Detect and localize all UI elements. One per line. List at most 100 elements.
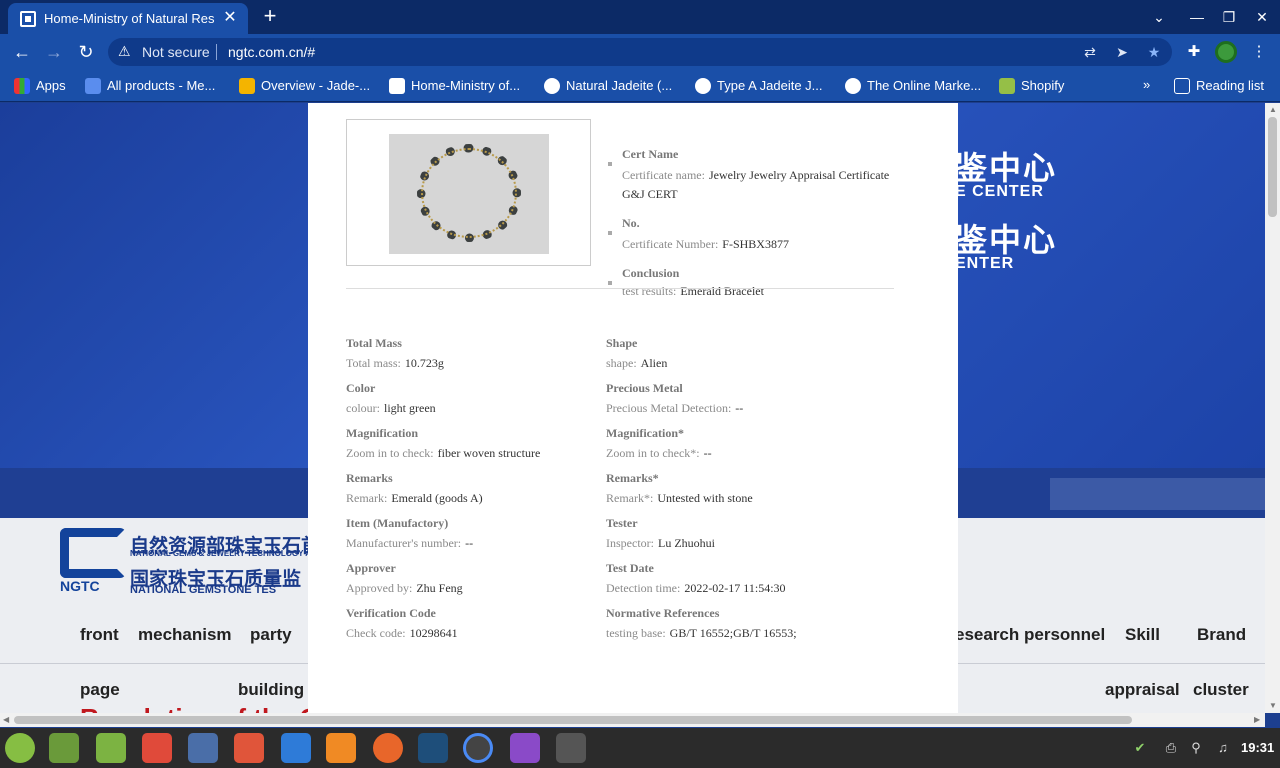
conclusion-item: Conclusion test results: Emerald Bracelet (608, 266, 892, 301)
warning-icon[interactable]: ⚠ (118, 43, 131, 60)
scroll-up-arrow-icon[interactable]: ▲ (1269, 105, 1277, 114)
field-magnification-star: Magnification* Zoom in to check*: -- (606, 426, 866, 461)
network-icon[interactable]: ⚲ (1188, 740, 1204, 756)
horizontal-scroll-thumb[interactable] (14, 716, 1132, 724)
product-photo (389, 134, 549, 254)
cert-number-heading: No. (622, 216, 640, 230)
field-heading: Tester (606, 516, 638, 530)
image-viewer-icon[interactable] (234, 733, 264, 763)
back-icon[interactable]: ← (10, 40, 34, 64)
nav-party[interactable]: party (250, 625, 292, 645)
reload-icon[interactable]: ↻ (74, 40, 98, 64)
ngtc-logo: NGTC (60, 528, 132, 596)
reading-list-button[interactable]: Reading list (1174, 77, 1264, 95)
site-favicon-icon (20, 11, 36, 27)
minimize-icon[interactable]: — (1186, 6, 1208, 28)
tab-close-icon[interactable]: ✕ (220, 8, 240, 28)
banner-text-4: ENTER (955, 255, 1015, 272)
nav-brand[interactable]: Brand (1197, 625, 1246, 645)
app-icon[interactable] (510, 733, 540, 763)
field-heading: Verification Code (346, 606, 436, 620)
field-tester: Tester Inspector: Lu Zhuohui (606, 516, 866, 551)
tab-active[interactable]: Home-Ministry of Natural Res ✕ (8, 3, 248, 34)
app-icon[interactable] (142, 733, 172, 763)
start-menu-icon[interactable] (5, 733, 35, 763)
site-search-input[interactable] (1050, 478, 1265, 510)
bookmark-online-market[interactable]: The Online Marke... (845, 77, 981, 95)
vertical-scroll-thumb[interactable] (1268, 117, 1277, 217)
forward-icon[interactable]: → (42, 40, 66, 64)
conclusion-label: test results: (622, 284, 677, 298)
field-value: fiber woven structure (437, 446, 541, 460)
url-text[interactable]: ngtc.com.cn/# (228, 44, 315, 60)
profile-avatar[interactable] (1215, 41, 1237, 63)
list-bullet (608, 231, 612, 235)
shopify-icon (999, 77, 1015, 94)
new-tab-button[interactable]: + (258, 5, 282, 29)
text-editor-icon[interactable] (281, 733, 311, 763)
field-shape: Shape shape: Alien (606, 336, 866, 371)
bookmark-home-ministry[interactable]: Home-Ministry of... (389, 77, 520, 95)
certificate-modal: Cert Name Certificate name: Jewelry Jewel… (308, 103, 958, 713)
field-approver: Approver Approved by: Zhu Feng (346, 561, 606, 596)
subnav-appraisal[interactable]: appraisal (1105, 680, 1180, 700)
close-window-icon[interactable]: ✕ (1251, 6, 1273, 28)
chrome-icon[interactable] (463, 733, 493, 763)
field-value: 10298641 (409, 626, 458, 640)
shield-icon[interactable]: ✔ (1132, 740, 1148, 756)
bookmark-shopify[interactable]: Shopify (999, 77, 1064, 95)
menu-icon[interactable]: ⋮ (1248, 41, 1270, 63)
app-icon[interactable] (326, 733, 356, 763)
security-label[interactable]: Not secure (142, 44, 210, 60)
globe-icon (695, 77, 711, 94)
org-name-en-2: NATIONAL GEMSTONE TES (130, 584, 277, 596)
firefox-icon[interactable] (373, 733, 403, 763)
nav-research-personnel[interactable]: esearch personnel (955, 625, 1105, 645)
settings-app-icon[interactable] (188, 733, 218, 763)
tab-title: Home-Ministry of Natural Res (44, 11, 215, 26)
bookmark-type-a-jadeite[interactable]: Type A Jadeite J... (695, 77, 823, 95)
address-bar[interactable]: ⚠ Not secure ngtc.com.cn/# ⇄ ➤ ★ (108, 38, 1172, 66)
field-magnification: Magnification Zoom in to check: fiber wov… (346, 426, 606, 461)
nav-mechanism[interactable]: mechanism (138, 625, 232, 645)
nav-front[interactable]: front (80, 625, 119, 645)
maximize-icon[interactable]: ❐ (1218, 6, 1240, 28)
subnav-cluster[interactable]: cluster (1193, 680, 1249, 700)
section-divider (346, 288, 894, 289)
reading-list-icon (1174, 77, 1190, 94)
nav-skill[interactable]: Skill (1125, 625, 1160, 645)
scroll-right-arrow-icon[interactable]: ▶ (1254, 715, 1260, 724)
horizontal-scrollbar[interactable]: ◀ ▶ (0, 713, 1265, 727)
tab-search-icon[interactable]: ⌄ (1148, 6, 1170, 28)
clock[interactable]: 19:31 (1241, 740, 1274, 755)
bookmark-apps[interactable]: Apps (14, 77, 66, 95)
field-value: Lu Zhuohui (657, 536, 715, 550)
folder-icon[interactable] (96, 733, 126, 763)
product-photo-frame (346, 119, 591, 266)
more-bookmarks-icon[interactable]: » (1143, 77, 1150, 95)
subnav-page[interactable]: page (80, 680, 120, 700)
extensions-icon[interactable]: ✚ (1183, 41, 1205, 63)
send-icon[interactable]: ➤ (1112, 42, 1132, 62)
field-label: Zoom in to check: (346, 446, 434, 460)
translate-icon[interactable]: ⇄ (1080, 42, 1100, 62)
scroll-left-arrow-icon[interactable]: ◀ (3, 715, 9, 724)
terminal-icon[interactable] (418, 733, 448, 763)
scroll-down-arrow-icon[interactable]: ▼ (1269, 701, 1277, 710)
subnav-building[interactable]: building (238, 680, 304, 700)
files-icon[interactable] (49, 733, 79, 763)
vertical-scrollbar[interactable]: ▲ ▼ (1265, 103, 1280, 713)
conclusion-heading: Conclusion (622, 266, 680, 280)
field-label: colour: (346, 401, 380, 415)
volume-icon[interactable]: ♫ (1215, 740, 1231, 756)
app-icon[interactable] (556, 733, 586, 763)
field-value: 10.723g (404, 356, 444, 370)
apps-grid-icon (14, 77, 30, 94)
cert-number-item: No. Certificate Number: F-SHBX3877 (608, 216, 892, 254)
bookmark-all-products[interactable]: All products - Me... (85, 77, 215, 95)
printer-icon[interactable]: ⎙ (1163, 740, 1179, 756)
bookmark-natural-jadeite[interactable]: Natural Jadeite (... (544, 77, 672, 95)
bookmark-star-icon[interactable]: ★ (1144, 42, 1164, 62)
field-value: -- (735, 401, 744, 415)
bookmark-overview-jade[interactable]: Overview - Jade-... (239, 77, 370, 95)
